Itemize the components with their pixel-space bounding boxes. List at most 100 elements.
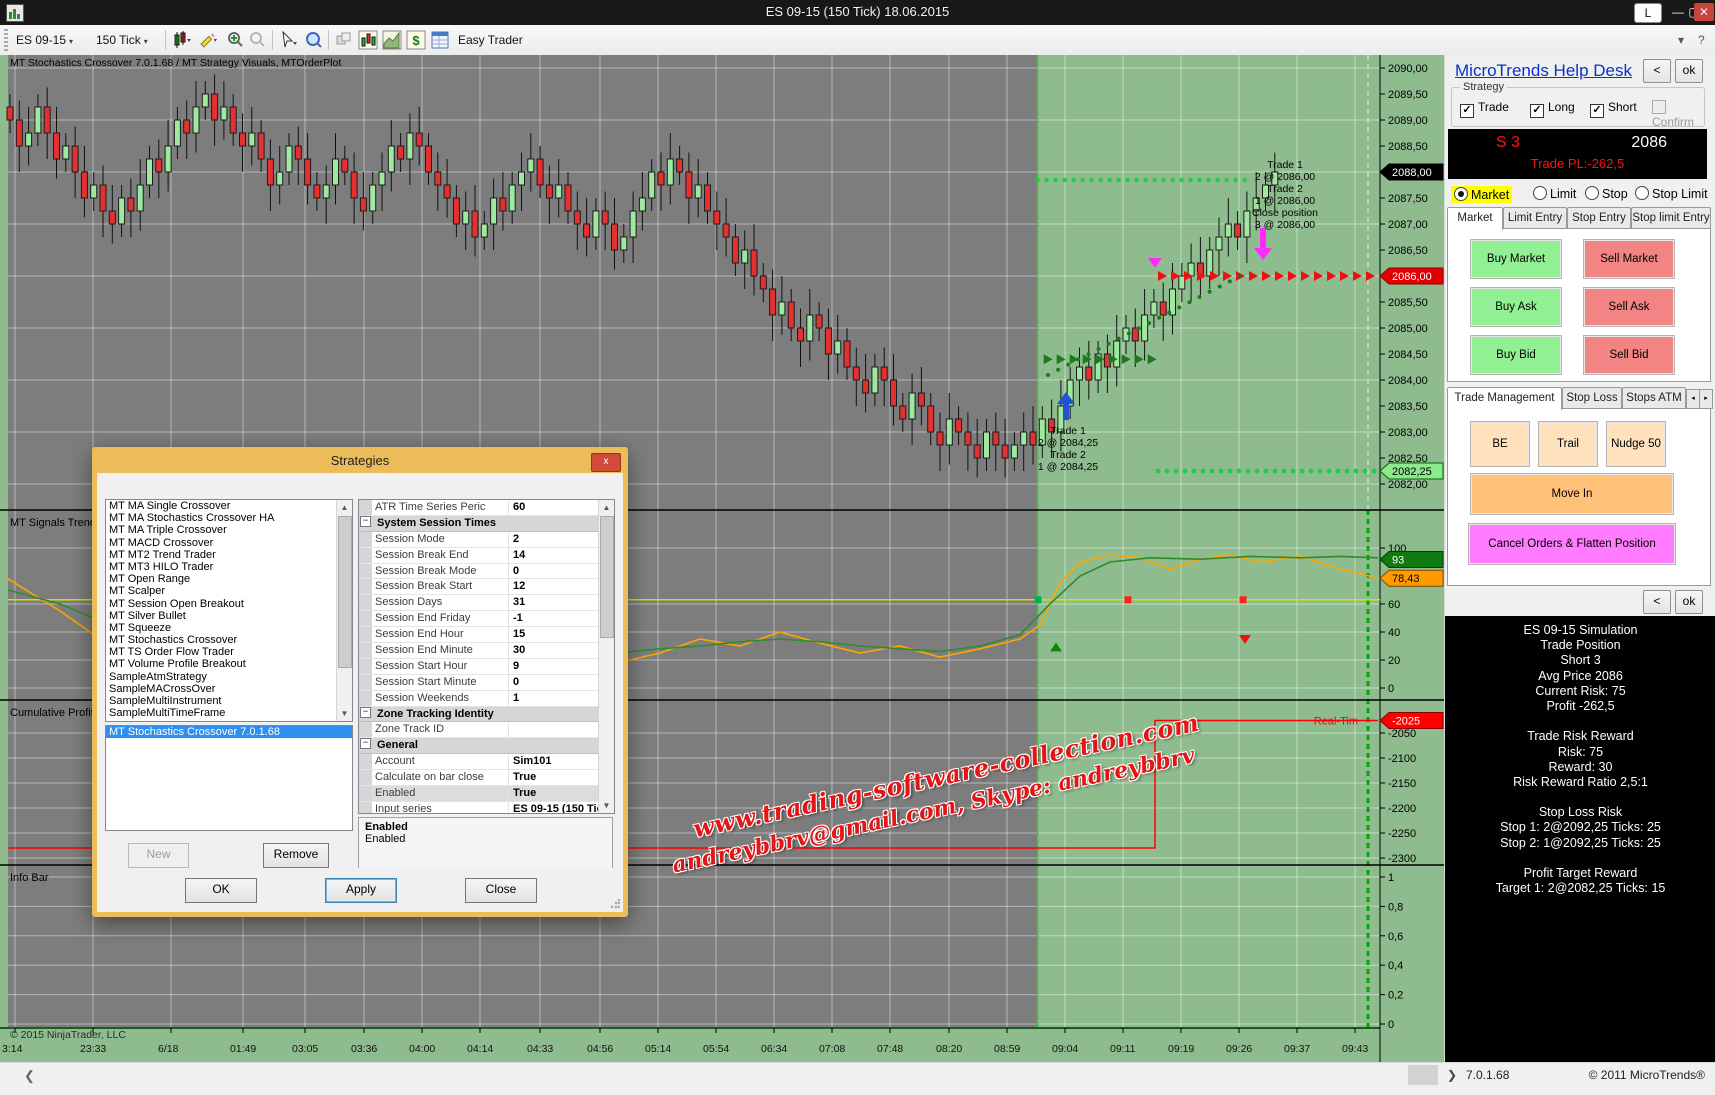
- apply-button[interactable]: Apply: [325, 878, 397, 903]
- property-row[interactable]: Session Mode2: [359, 532, 614, 548]
- tab-stop-loss[interactable]: Stop Loss: [1562, 387, 1622, 409]
- applied-strategy-list[interactable]: MT Stochastics Crossover 7.0.1.68: [105, 725, 353, 831]
- tab-market[interactable]: Market: [1447, 207, 1503, 230]
- scroll-down-icon[interactable]: ▼: [337, 706, 352, 721]
- cursor-icon[interactable]: [278, 30, 298, 50]
- zoom-out-icon[interactable]: [248, 30, 268, 50]
- zoom-in-icon[interactable]: [226, 30, 246, 50]
- property-category[interactable]: −System Session Times: [359, 516, 614, 532]
- tab-scroll-left-icon[interactable]: ◂: [1686, 389, 1700, 409]
- ok-button[interactable]: ok: [1675, 590, 1703, 614]
- scroll-up-icon[interactable]: ▲: [599, 500, 614, 515]
- list-item[interactable]: SampleMultiTimeFrame: [106, 707, 352, 719]
- tab-stop-limit-entry[interactable]: Stop limit Entry: [1631, 207, 1711, 229]
- scrollbar-thumb[interactable]: [1408, 1065, 1438, 1085]
- order-type-stop[interactable]: Stop: [1585, 186, 1628, 201]
- property-row[interactable]: Zone Track ID: [359, 722, 614, 738]
- order-type-limit[interactable]: Limit: [1533, 186, 1576, 201]
- list-item[interactable]: MT MA Stochastics Crossover HA: [106, 512, 352, 524]
- property-row[interactable]: Session Weekends1: [359, 691, 614, 707]
- buy-bid-button[interactable]: Buy Bid: [1470, 335, 1562, 375]
- property-category[interactable]: −Zone Tracking Identity: [359, 707, 614, 723]
- region-icon[interactable]: [382, 30, 402, 50]
- trail-button[interactable]: Trail: [1538, 421, 1598, 467]
- list-item[interactable]: MT Silver Bullet: [106, 610, 352, 622]
- dollar-icon[interactable]: $: [406, 30, 426, 50]
- property-row[interactable]: Session Start Minute0: [359, 675, 614, 691]
- property-row[interactable]: Input seriesES 09-15 (150 Tick): [359, 802, 614, 814]
- list-item[interactable]: MT MT3 HILO Trader: [106, 561, 352, 573]
- tab-scroll-right-icon[interactable]: ▸: [1699, 389, 1713, 409]
- checkbox-confirm[interactable]: Confirm: [1652, 100, 1704, 129]
- buy-ask-button[interactable]: Buy Ask: [1470, 287, 1562, 327]
- tab-trade-management[interactable]: Trade Management: [1447, 387, 1562, 410]
- nudge-50-button[interactable]: Nudge 50: [1606, 421, 1666, 467]
- list-item[interactable]: MT TS Order Flow Trader: [106, 646, 352, 658]
- collapse-icon[interactable]: −: [360, 738, 371, 749]
- new-button[interactable]: New: [128, 843, 189, 868]
- order-type-market[interactable]: Market: [1451, 186, 1512, 203]
- property-row[interactable]: Session End Hour15: [359, 627, 614, 643]
- checkbox-long[interactable]: ✓Long: [1530, 100, 1575, 118]
- tab-stops-atm[interactable]: Stops ATM: [1622, 387, 1686, 409]
- scroll-down-icon[interactable]: ▼: [599, 798, 614, 813]
- scroll-up-icon[interactable]: ▲: [337, 500, 352, 515]
- checkbox-trade[interactable]: ✓Trade: [1460, 100, 1509, 118]
- property-grid[interactable]: ATR Time Series Peric60−System Session T…: [358, 499, 615, 814]
- checkbox-short[interactable]: ✓Short: [1590, 100, 1637, 118]
- strategy-list[interactable]: MT MA Single CrossoverMT MA Stochastics …: [105, 499, 353, 722]
- instrument-dropdown[interactable]: ES 09-15▾: [16, 30, 73, 50]
- property-row[interactable]: Session End Minute30: [359, 643, 614, 659]
- help-desk-link[interactable]: MicroTrends Help Desk: [1455, 61, 1632, 81]
- property-row[interactable]: Session Start Hour9: [359, 659, 614, 675]
- collapse-icon[interactable]: −: [360, 707, 371, 718]
- sell-bid-button[interactable]: Sell Bid: [1583, 335, 1675, 375]
- buy-market-button[interactable]: Buy Market: [1470, 239, 1562, 279]
- toolbar-help-button[interactable]: ?: [1698, 30, 1705, 50]
- property-row[interactable]: Session Days31: [359, 595, 614, 611]
- close-dialog-button[interactable]: Close: [465, 878, 537, 903]
- scroll-left-icon[interactable]: ❮: [24, 1068, 35, 1084]
- sell-ask-button[interactable]: Sell Ask: [1583, 287, 1675, 327]
- list-item[interactable]: MT MACD Crossover: [106, 537, 352, 549]
- back-button[interactable]: <: [1643, 590, 1671, 614]
- chart-type-icon[interactable]: [358, 30, 378, 50]
- scroll-right-icon[interactable]: ❯: [1447, 1068, 1457, 1082]
- property-grid-scrollbar[interactable]: ▲ ▼: [598, 500, 614, 813]
- zoom-window-icon[interactable]: [304, 30, 324, 50]
- property-row[interactable]: Session End Friday-1: [359, 611, 614, 627]
- cancel-flatten-button[interactable]: Cancel Orders & Flatten Position: [1468, 523, 1676, 565]
- tab-stop-entry[interactable]: Stop Entry: [1567, 207, 1631, 229]
- list-item[interactable]: SampleMultiInstrument: [106, 695, 352, 707]
- close-button[interactable]: ✕: [1694, 3, 1714, 21]
- property-row[interactable]: Calculate on bar closeTrue: [359, 770, 614, 786]
- list-item[interactable]: MT MA Triple Crossover: [106, 524, 352, 536]
- toolbar-grip[interactable]: [4, 29, 8, 51]
- dialog-close-icon[interactable]: x: [591, 453, 621, 472]
- list-item[interactable]: MT Stochastics Crossover: [106, 634, 352, 646]
- list-item[interactable]: SampleMACrossOver: [106, 683, 352, 695]
- resize-grip[interactable]: [610, 899, 620, 909]
- list-item[interactable]: SampleAtmStrategy: [106, 671, 352, 683]
- sell-market-button[interactable]: Sell Market: [1583, 239, 1675, 279]
- tab-limit-entry[interactable]: Limit Entry: [1503, 207, 1567, 229]
- strategy-list-scrollbar[interactable]: ▲ ▼: [336, 500, 352, 721]
- list-item[interactable]: MT Scalper: [106, 585, 352, 597]
- move-in-button[interactable]: Move In: [1470, 473, 1674, 515]
- be-button[interactable]: BE: [1470, 421, 1530, 467]
- list-item[interactable]: MT Open Range: [106, 573, 352, 585]
- property-row[interactable]: EnabledTrue: [359, 786, 614, 802]
- property-row[interactable]: Session Break Start12: [359, 579, 614, 595]
- property-row[interactable]: ATR Time Series Peric60: [359, 500, 614, 516]
- list-item[interactable]: MT Session Open Breakout: [106, 598, 352, 610]
- property-row[interactable]: AccountSim101: [359, 754, 614, 770]
- lock-button[interactable]: L: [1634, 3, 1662, 23]
- order-type-stop-limit[interactable]: Stop Limit: [1635, 186, 1708, 201]
- collapse-icon[interactable]: −: [360, 516, 371, 527]
- list-item[interactable]: MT Volume Profile Breakout: [106, 658, 352, 670]
- property-row[interactable]: Session Break End14: [359, 548, 614, 564]
- list-item[interactable]: MT MT2 Trend Trader: [106, 549, 352, 561]
- draw-pencil-icon[interactable]: [198, 30, 218, 50]
- list-item[interactable]: MT Stochastics Crossover 7.0.1.68: [106, 726, 352, 738]
- property-row[interactable]: Session Break Mode0: [359, 564, 614, 580]
